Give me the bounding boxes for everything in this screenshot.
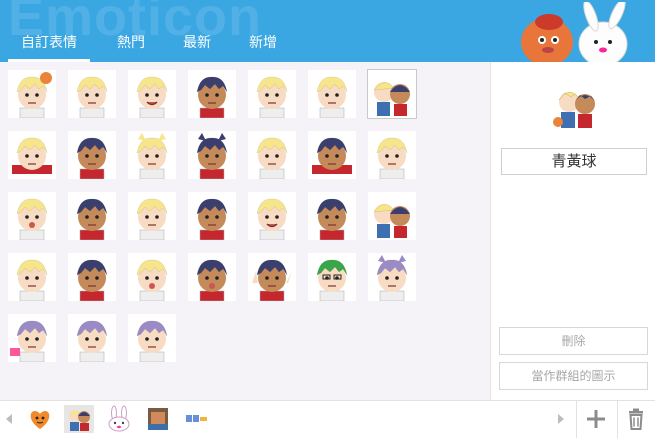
emoticon-sticker-image [256,198,288,241]
emoticon-cell[interactable] [8,192,56,241]
emoticon-name-field[interactable]: 青黃球 [501,148,647,175]
emoticon-cell[interactable] [308,192,356,241]
bottom-bar [0,400,655,438]
emoticon-cell[interactable] [308,131,356,179]
tab-popular[interactable]: 熱門 [98,0,164,62]
tab-newest[interactable]: 最新 [164,0,230,62]
bottom-divider [617,401,618,438]
emoticon-sticker-image [196,259,228,302]
emoticon-cell[interactable] [368,253,416,302]
emoticon-sticker-image [16,259,48,302]
text-sticker-pack-icon[interactable] [182,405,212,433]
emoticon-sticker-image [76,137,108,180]
emoticon-cell[interactable] [68,131,116,180]
emoticon-sticker-image [376,255,408,302]
emoticon-sticker-image [373,82,410,116]
emoticon-sticker-image [196,133,228,180]
emoticon-cell[interactable] [248,131,296,180]
emoticon-cell[interactable] [188,192,236,241]
emoticon-cell[interactable] [128,314,176,363]
emoticon-sticker-image [252,259,292,302]
selected-emoticon-preview [553,92,595,128]
emoticon-cell[interactable] [128,253,176,302]
emoticon-cell[interactable] [188,131,236,180]
emoticon-cell[interactable] [8,70,56,119]
emoticon-cell[interactable] [248,253,296,302]
emoticon-sticker-image [376,137,408,180]
emoticon-cell[interactable] [8,131,56,179]
rabbit-pack-icon[interactable] [104,405,134,433]
emoticon-cell[interactable] [8,314,56,363]
side-panel: 青黃球 刪除 當作群組的圖示 [490,62,655,400]
tab-add[interactable]: 新增 [230,0,296,62]
emoticon-cell[interactable] [128,131,176,180]
emoticon-sticker-image [76,76,108,119]
emoticon-sticker-image [196,76,228,119]
emoticon-cell[interactable] [68,192,116,241]
scroll-left-arrow-icon[interactable] [2,410,16,428]
emoticon-sticker-image [316,198,348,241]
emoticon-cell[interactable] [68,253,116,302]
emoticon-cell[interactable] [188,70,236,119]
emoticon-sticker-image [256,137,288,180]
emoticon-sticker-image [136,259,168,302]
emoticon-sticker-image [16,72,52,119]
emoticon-cell[interactable] [368,131,416,180]
emoticon-cell[interactable] [308,253,356,302]
emoticon-grid-area [0,62,490,400]
emoticon-cell[interactable] [248,70,296,119]
emoticon-sticker-image [196,198,228,241]
emoticon-cell[interactable] [188,253,236,302]
tab-custom-emoticons[interactable]: 自訂表情 [0,0,98,62]
set-as-group-icon-button[interactable]: 當作群組的圖示 [499,362,648,390]
emoticon-cell[interactable] [68,70,116,119]
emoticon-cell[interactable] [368,192,416,240]
emoticon-cell[interactable] [248,192,296,241]
emoticon-cell[interactable] [128,192,176,241]
trash-icon[interactable] [621,404,651,434]
header: Emoticon 自訂表情 熱門 最新 新增 [0,0,655,62]
emoticon-sticker-image [136,320,168,363]
emoticon-sticker-image [136,198,168,241]
emoticon-sticker-image [312,137,352,174]
emoticon-cell[interactable] [367,69,417,119]
emoticon-sticker-image [12,137,52,174]
emoticon-sticker-image [10,320,48,363]
emoticon-sticker-image [373,204,410,238]
character-pair-pack-icon[interactable] [64,405,94,433]
bottom-divider [576,401,577,438]
photo-pack-icon[interactable] [143,405,173,433]
heart-face-icon[interactable] [25,405,55,433]
add-pack-icon[interactable] [581,404,611,434]
scroll-right-arrow-icon[interactable] [554,410,568,428]
delete-button[interactable]: 刪除 [499,327,648,355]
emoticon-sticker-image [76,259,108,302]
emoticon-cell[interactable] [308,70,356,119]
header-mascot-illustration [521,2,628,62]
emoticon-sticker-image [136,76,168,119]
emoticon-sticker-image [76,320,108,363]
emoticon-cell[interactable] [8,253,56,302]
tab-bar: 自訂表情 熱門 最新 新增 [0,0,296,62]
emoticon-sticker-image [316,76,348,119]
emoticon-sticker-image [76,198,108,241]
emoticon-cell[interactable] [68,314,116,363]
emoticon-sticker-image [136,133,168,180]
emoticon-sticker-image [16,198,48,241]
emoticon-sticker-image [256,76,288,119]
emoticon-cell[interactable] [128,70,176,119]
emoticon-sticker-image [316,259,348,302]
